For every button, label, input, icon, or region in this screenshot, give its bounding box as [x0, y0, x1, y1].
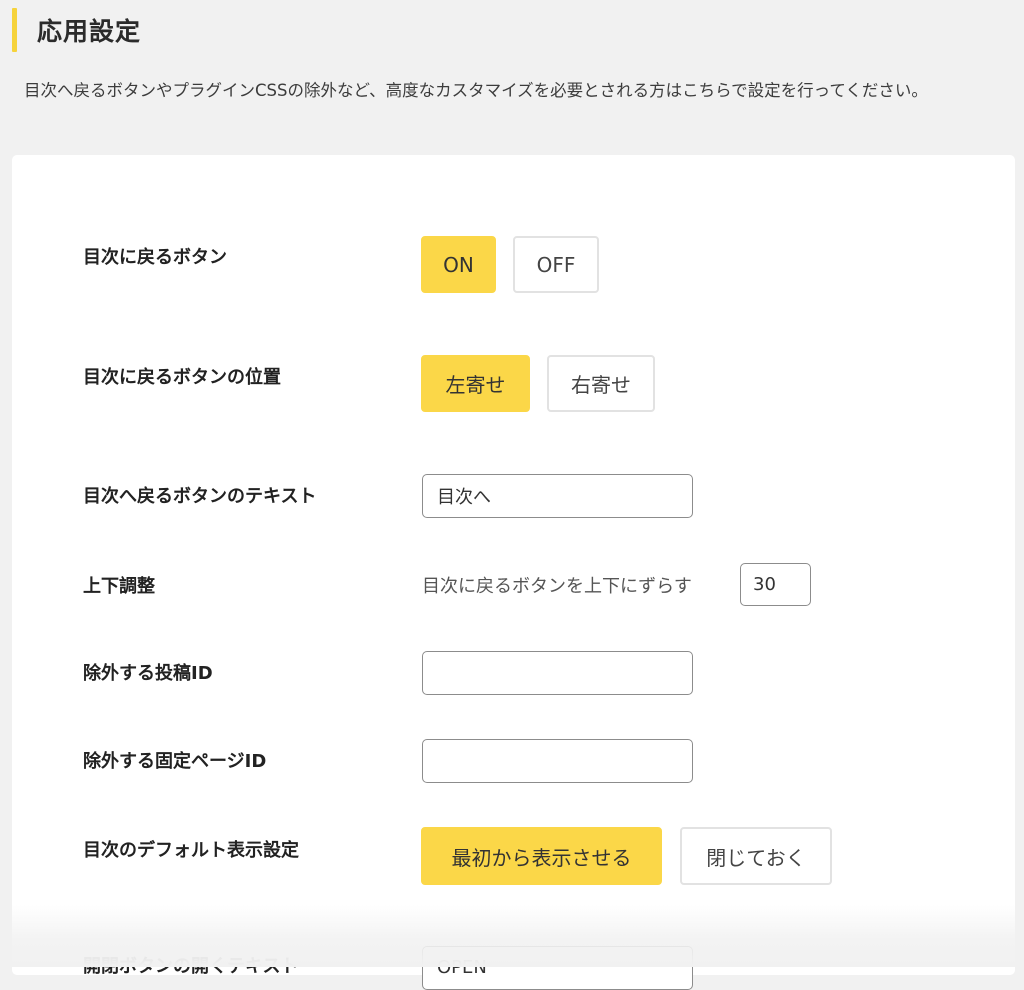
back-button-position-label: 目次に戻るボタンの位置: [83, 367, 281, 388]
section-accent-bar: [12, 8, 17, 52]
vertical-adjust-description: 目次に戻るボタンを上下にずらす: [422, 576, 692, 597]
back-button-label: 目次に戻るボタン: [83, 247, 227, 268]
vertical-adjust-input[interactable]: 30: [740, 563, 811, 606]
section-title: 応用設定: [37, 17, 142, 46]
back-button-text-input[interactable]: 目次へ: [422, 474, 693, 518]
default-display-open-option[interactable]: 最初から表示させる: [421, 827, 662, 885]
exclude-post-ids-input[interactable]: [422, 651, 693, 695]
back-button-text-label: 目次へ戻るボタンのテキスト: [83, 486, 317, 507]
vertical-adjust-label: 上下調整: [83, 576, 155, 597]
section-description: 目次へ戻るボタンやプラグインCSSの除外など、高度なカスタマイズを必要とされる方…: [24, 81, 928, 100]
position-right-option[interactable]: 右寄せ: [547, 355, 655, 412]
back-button-on-option[interactable]: ON: [421, 236, 496, 293]
exclude-page-ids-input[interactable]: [422, 739, 693, 783]
position-left-option[interactable]: 左寄せ: [421, 355, 530, 412]
toggle-open-text-label: 開閉ボタンの開くテキスト: [83, 956, 299, 977]
toggle-open-text-input[interactable]: OPEN: [422, 946, 693, 990]
default-display-closed-option[interactable]: 閉じておく: [680, 827, 832, 885]
exclude-page-ids-label: 除外する固定ページID: [83, 751, 267, 772]
section-header: 応用設定: [12, 8, 141, 52]
default-display-label: 目次のデフォルト表示設定: [83, 840, 299, 861]
exclude-post-ids-label: 除外する投稿ID: [83, 663, 213, 684]
back-button-off-option[interactable]: OFF: [513, 236, 599, 293]
